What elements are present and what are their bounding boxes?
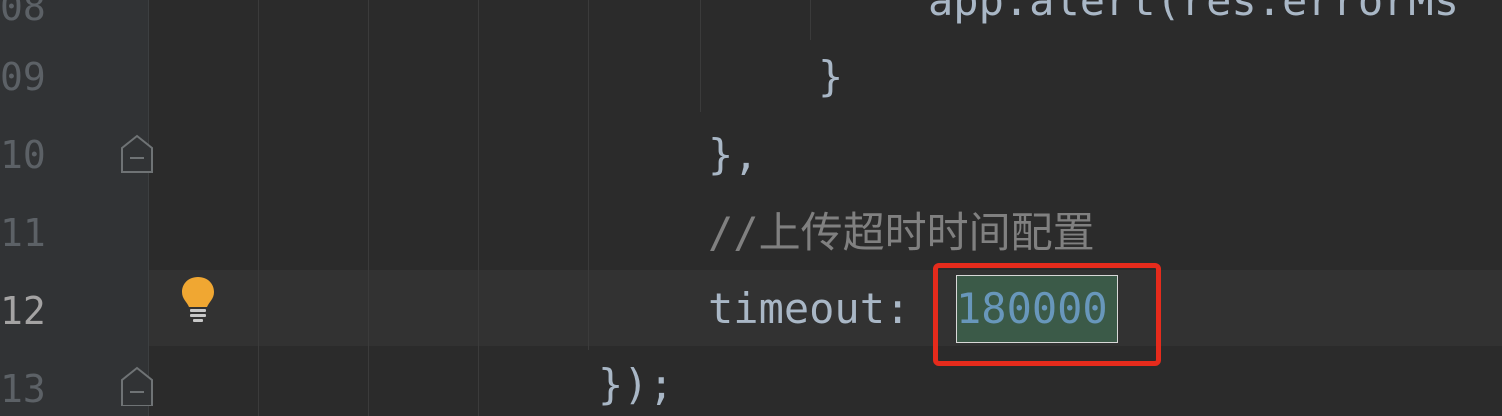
code-line: }, — [708, 130, 759, 179]
line-number: 10 — [0, 133, 46, 177]
code-line: } — [818, 52, 844, 101]
code-line: }); — [598, 360, 674, 409]
indent-guide — [588, 0, 589, 350]
annotation-highlight-box — [933, 263, 1161, 366]
code-line: app.alert(res.errorMs — [928, 0, 1460, 25]
line-number-current: 12 — [0, 289, 46, 333]
indent-guide — [258, 0, 259, 416]
indent-guide — [478, 0, 479, 416]
code-comment: //上传超时时间配置 — [708, 208, 1095, 257]
lightbulb-icon[interactable] — [178, 274, 218, 324]
indent-guide — [700, 0, 701, 112]
line-number: 09 — [0, 55, 46, 99]
line-number: 11 — [0, 211, 46, 255]
fold-marker-icon[interactable] — [120, 134, 154, 174]
line-number: 13 — [0, 367, 46, 411]
gutter-divider — [148, 0, 149, 416]
indent-guide — [368, 0, 369, 416]
code-key: timeout: — [708, 284, 936, 333]
code-editor[interactable]: 08 09 10 11 12 13 app.alert(res.errorMs … — [0, 0, 1502, 416]
fold-marker-icon[interactable] — [120, 366, 154, 406]
indent-guide — [810, 0, 811, 40]
